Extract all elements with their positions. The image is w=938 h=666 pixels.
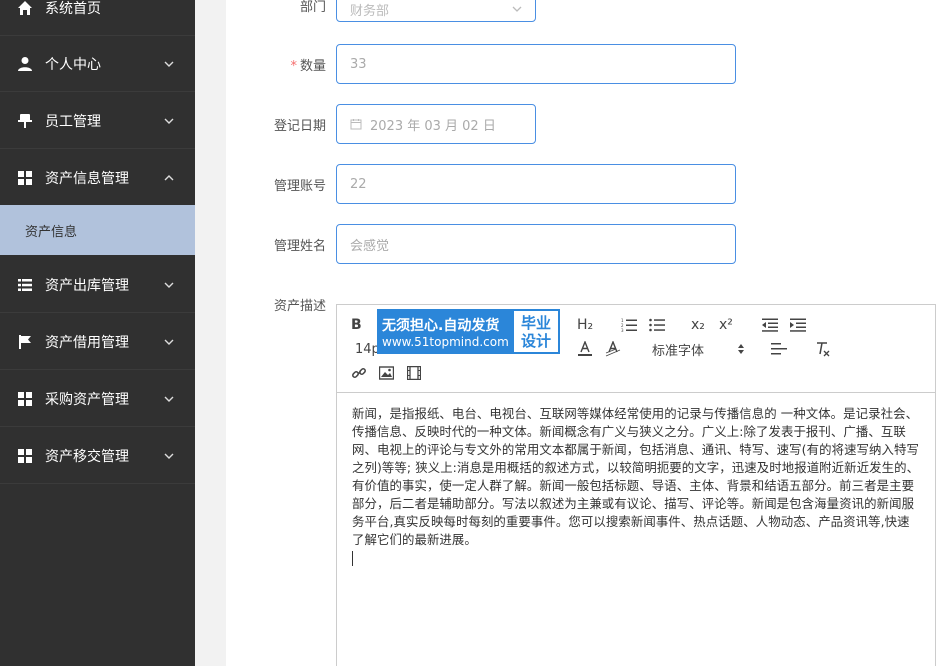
grid-icon (17, 391, 33, 407)
outdent-icon[interactable] (762, 315, 778, 335)
text-caret (352, 551, 353, 566)
sidebar-item-asset-borrow[interactable]: 资产借用管理 (0, 314, 195, 370)
account-value: 22 (350, 176, 367, 192)
chevron-down-icon (163, 115, 175, 127)
chevron-down-icon (511, 5, 523, 21)
watermark-right1: 毕业 (520, 313, 551, 332)
editor-content[interactable]: 新闻，是指报纸、电台、电视台、互联网等媒体经常使用的记录与传播信息的 一种文体。… (352, 405, 920, 549)
sidebar-item-label: 个人中心 (45, 56, 101, 73)
svg-text:3: 3 (621, 328, 624, 332)
ordered-list-icon[interactable]: 123 (621, 315, 637, 335)
sidebar-item-label: 资产出库管理 (45, 277, 129, 294)
account-input[interactable]: 22 (336, 164, 736, 204)
chevron-down-icon (163, 450, 175, 462)
list-icon (17, 277, 33, 293)
heading2-button[interactable]: H₂ (577, 315, 593, 335)
manager-name-value: 会感觉 (350, 238, 390, 254)
chevron-down-icon (163, 279, 175, 291)
sidebar-item-label: 资产借用管理 (45, 334, 129, 351)
watermark-right2: 设计 (520, 331, 551, 350)
watermark-line1: 无须担心.自动发货 (382, 317, 500, 334)
department-select[interactable]: 财务部 (336, 0, 536, 22)
department-value: 财务部 (350, 3, 390, 19)
date-value: 2023 年 03 月 02 日 (370, 118, 496, 134)
account-label: 管理账号 (273, 179, 326, 194)
description-label: 资产描述 (273, 299, 326, 314)
sidebar-item-home[interactable]: 系统首页 (0, 0, 195, 36)
chevron-down-icon (163, 336, 175, 348)
sidebar-item-asset-info[interactable]: 资产信息管理 (0, 150, 195, 206)
home-icon (17, 0, 33, 16)
subscript-button[interactable]: x₂ (691, 315, 705, 335)
font-color-icon[interactable] (577, 339, 593, 359)
pin-icon (17, 113, 33, 129)
sidebar-item-purchase[interactable]: 采购资产管理 (0, 371, 195, 427)
font-family-select[interactable]: 标准字体 (652, 339, 704, 359)
align-left-icon[interactable] (771, 339, 787, 359)
date-label: 登记日期 (273, 119, 326, 134)
manager-name-label: 管理姓名 (273, 239, 326, 254)
rich-text-editor[interactable]: B H₂ 123 x₂ x² 14p 标准字体 新闻，是指报纸、电台、电视台、互… (336, 304, 936, 666)
chevron-down-icon (163, 58, 175, 70)
watermark-right: 毕业 设计 (512, 309, 560, 354)
manager-name-input[interactable]: 会感觉 (336, 224, 736, 264)
image-icon[interactable] (379, 363, 394, 383)
background-color-icon[interactable] (605, 339, 621, 359)
date-picker[interactable]: 2023 年 03 月 02 日 (336, 104, 536, 144)
watermark-badge: 无须担心.自动发货 www.51topmind.com 毕业 设计 (377, 309, 560, 354)
bullet-list-icon[interactable] (649, 315, 665, 335)
required-asterisk: * (290, 59, 297, 74)
link-icon[interactable] (351, 363, 367, 383)
watermark-line2: www.51topmind.com (382, 334, 509, 349)
grid-icon (17, 170, 33, 186)
sidebar-item-personal-center[interactable]: 个人中心 (0, 36, 195, 92)
video-icon[interactable] (407, 363, 421, 383)
sidebar: 系统首页 个人中心 员工管理 资产信息管理 资产信息 资产出库管理 资产借用管理 (0, 0, 195, 666)
quantity-input[interactable]: 33 (336, 44, 736, 84)
quantity-value: 33 (350, 56, 367, 72)
sidebar-item-label: 员工管理 (45, 113, 101, 130)
sidebar-item-employee[interactable]: 员工管理 (0, 93, 195, 149)
content-gutter (195, 0, 226, 666)
calendar-icon (350, 118, 362, 130)
bold-button[interactable]: B (351, 315, 362, 335)
sidebar-item-label: 系统首页 (45, 0, 101, 17)
quantity-label: * 数量 (290, 59, 326, 74)
sidebar-subitem-asset-info[interactable]: 资产信息 (0, 205, 195, 255)
chevron-up-icon (163, 172, 175, 184)
chevron-down-icon (163, 393, 175, 405)
sidebar-item-label: 资产信息管理 (45, 170, 129, 187)
sidebar-item-transfer[interactable]: 资产移交管理 (0, 428, 195, 484)
user-icon (17, 56, 33, 72)
indent-icon[interactable] (790, 315, 806, 335)
superscript-button[interactable]: x² (719, 315, 733, 335)
flag-icon (17, 334, 33, 350)
grid-icon (17, 448, 33, 464)
sidebar-item-asset-outbound[interactable]: 资产出库管理 (0, 257, 195, 313)
sidebar-item-label: 资产移交管理 (45, 448, 129, 465)
department-label: 部门 (299, 0, 326, 15)
updown-arrow-icon[interactable] (737, 339, 745, 359)
clear-format-icon[interactable] (815, 339, 831, 359)
sidebar-item-label: 采购资产管理 (45, 391, 129, 408)
watermark-left: 无须担心.自动发货 www.51topmind.com (377, 309, 512, 354)
